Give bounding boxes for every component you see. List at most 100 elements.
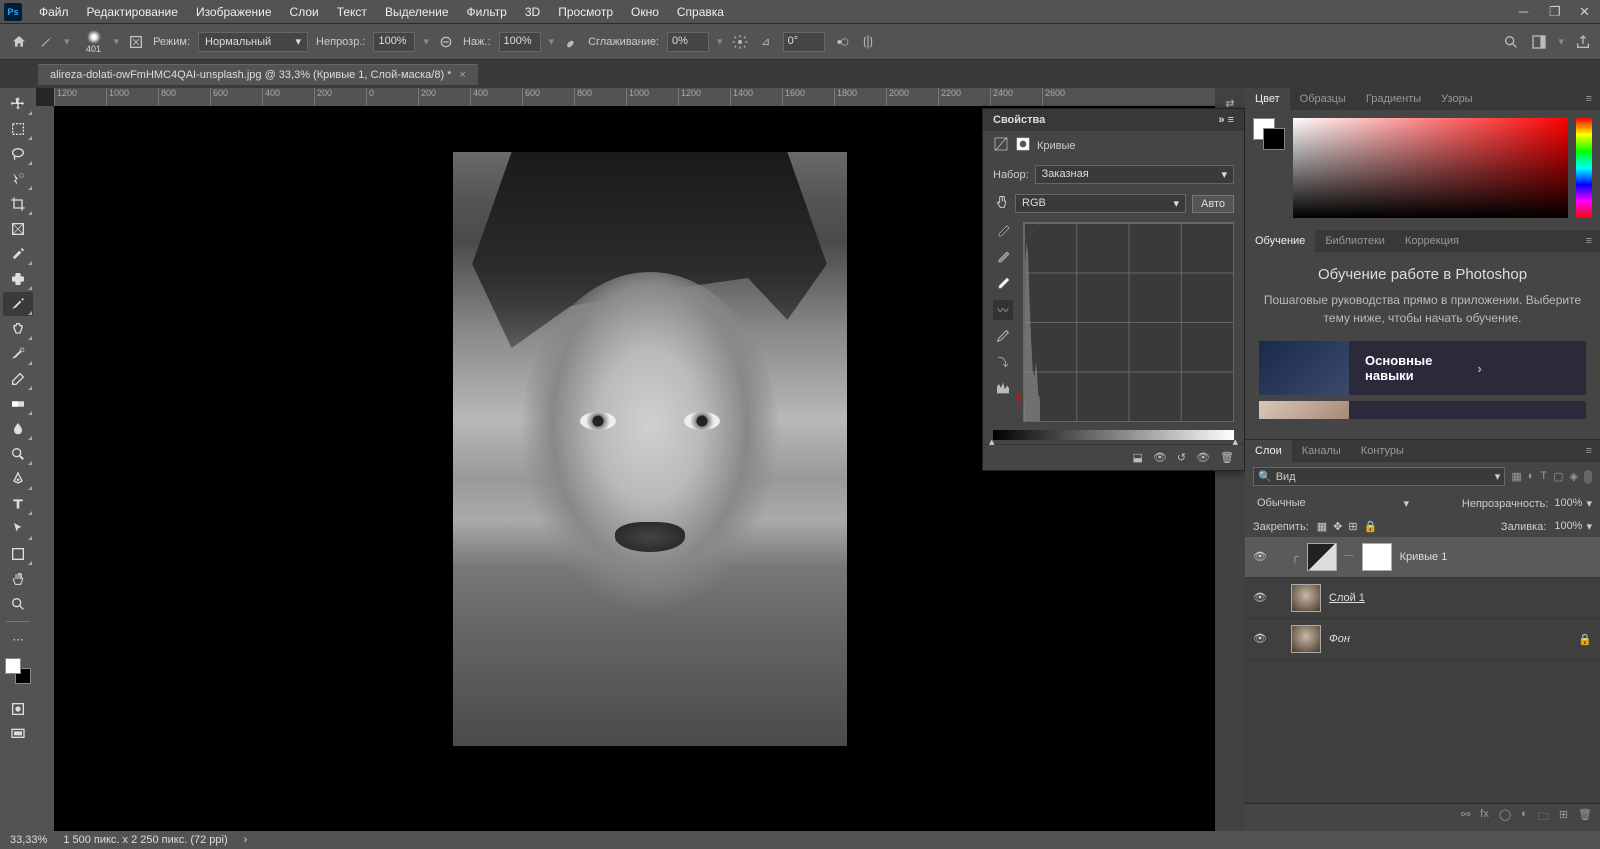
sample-black-icon[interactable] [993,222,1013,242]
blend-mode-select[interactable]: Нормальный▾ [198,32,308,52]
tab-color[interactable]: Цвет [1245,88,1290,110]
maximize-icon[interactable]: ❐ [1540,4,1558,20]
delete-layer-icon[interactable]: 🗑 [1578,808,1592,827]
menu-layers[interactable]: Слои [281,5,328,19]
hand-tool[interactable] [3,567,33,591]
brush-tool-icon[interactable] [38,33,56,51]
eyedropper-tool[interactable] [3,242,33,266]
panel-menu-icon[interactable]: ≡ [1578,88,1600,110]
workspace-icon[interactable] [1530,33,1548,51]
type-tool[interactable] [3,492,33,516]
close-tab-icon[interactable]: × [459,69,465,81]
frame-tool[interactable] [3,217,33,241]
tab-adjustments[interactable]: Коррекция [1395,230,1469,252]
lock-position-icon[interactable]: ✥ [1333,520,1342,533]
flow-input[interactable]: 100% [499,32,541,52]
tab-layers[interactable]: Слои [1245,440,1292,462]
mask-thumb[interactable] [1362,543,1392,571]
home-icon[interactable] [8,31,30,53]
layer-name[interactable]: Фон [1329,633,1350,645]
adjustment-layer-icon[interactable]: ◐ [1521,808,1528,827]
menu-file[interactable]: Файл [30,5,78,19]
brush-preset[interactable]: 401 ▾ [78,26,120,58]
filter-shape-icon[interactable]: ▢ [1553,470,1563,483]
angle-input[interactable]: 0° [783,32,825,52]
filter-pixel-icon[interactable]: ▦ [1511,470,1521,483]
healing-tool[interactable] [3,267,33,291]
auto-button[interactable]: Авто [1192,195,1234,213]
panel-menu-icon[interactable]: ≡ [1578,230,1600,252]
view-previous-icon[interactable]: 👁 [1153,451,1167,464]
tab-channels[interactable]: Каналы [1292,440,1351,462]
lock-all-icon[interactable]: 🔒 [1364,520,1378,533]
learn-card-basics[interactable]: Основные навыки › [1259,341,1586,395]
zoom-level[interactable]: 33,33% [10,834,47,846]
history-brush-tool[interactable] [3,342,33,366]
pencil-icon[interactable] [993,326,1013,346]
layer-curves[interactable]: 👁 ┌ 𝄖 Кривые 1 [1245,537,1600,578]
clone-tool[interactable] [3,317,33,341]
layer-background[interactable]: 👁 Фон 🔒 [1245,619,1600,660]
filter-smart-icon[interactable]: ◈ [1570,470,1578,483]
minimize-icon[interactable]: ─ [1510,4,1528,20]
menu-edit[interactable]: Редактирование [78,5,187,19]
path-select-tool[interactable] [3,517,33,541]
tab-learn[interactable]: Обучение [1245,230,1315,252]
menu-image[interactable]: Изображение [187,5,281,19]
filter-toggle[interactable] [1584,470,1592,484]
histogram-icon[interactable] [993,378,1013,398]
layer-name[interactable]: Кривые 1 [1400,551,1448,563]
learn-card-next[interactable] [1259,401,1586,419]
new-layer-icon[interactable]: ⊞ [1559,808,1568,827]
zoom-tool[interactable] [3,592,33,616]
tab-swatches[interactable]: Образцы [1290,88,1356,110]
shape-tool[interactable] [3,542,33,566]
group-icon[interactable]: 🗀 [1538,808,1549,827]
fill-input[interactable]: 100%▾ [1554,520,1592,533]
color-picker[interactable] [1293,118,1568,218]
blur-tool[interactable] [3,417,33,441]
lasso-tool[interactable] [3,142,33,166]
menu-filter[interactable]: Фильтр [458,5,516,19]
menu-view[interactable]: Просмотр [549,5,622,19]
pressure-size-icon[interactable] [833,33,851,51]
crop-tool[interactable] [3,192,33,216]
clip-icon[interactable]: ⬓ [1132,451,1142,464]
angle-icon[interactable]: ⊿ [757,33,775,51]
hue-slider[interactable] [1576,118,1592,218]
search-icon[interactable] [1502,33,1520,51]
menu-help[interactable]: Справка [668,5,733,19]
gradient-tool[interactable] [3,392,33,416]
opacity-input[interactable]: 100% [373,32,415,52]
filter-adjust-icon[interactable]: ◐ [1528,470,1535,483]
channel-select[interactable]: RGB▾ [1015,194,1186,213]
toggle-visibility-icon[interactable]: 👁 [1196,451,1210,464]
menu-window[interactable]: Окно [622,5,668,19]
curve-edit-icon[interactable]: 〰 [993,300,1013,320]
lock-artboard-icon[interactable]: ⊞ [1348,520,1357,533]
sample-gray-icon[interactable] [993,248,1013,268]
menu-3d[interactable]: 3D [516,5,549,19]
visibility-icon[interactable]: 👁 [1253,550,1267,564]
reset-icon[interactable]: ↺ [1177,451,1186,464]
tab-gradients[interactable]: Градиенты [1356,88,1431,110]
layer-opacity-input[interactable]: 100%▾ [1554,497,1592,510]
marquee-tool[interactable] [3,117,33,141]
color-swatch[interactable] [1253,118,1285,150]
brush-panel-icon[interactable] [127,33,145,51]
menu-select[interactable]: Выделение [376,5,458,19]
symmetry-icon[interactable] [859,33,877,51]
blend-mode-select[interactable]: Обычные▾ [1253,495,1413,512]
move-tool[interactable] [3,92,33,116]
layer-name[interactable]: Слой 1 [1329,592,1365,604]
pressure-opacity-icon[interactable] [437,33,455,51]
smooth-curve-icon[interactable]: ⤵ [993,352,1013,372]
visibility-icon[interactable]: 👁 [1253,591,1267,605]
tab-libraries[interactable]: Библиотеки [1315,230,1395,252]
quick-mask-icon[interactable] [3,697,33,721]
brush-tool[interactable] [3,292,33,316]
layer-mask-icon[interactable]: ◯ [1499,808,1511,827]
layer-1[interactable]: 👁 Слой 1 [1245,578,1600,619]
close-icon[interactable]: ✕ [1570,4,1588,20]
sample-white-icon[interactable] [993,274,1013,294]
